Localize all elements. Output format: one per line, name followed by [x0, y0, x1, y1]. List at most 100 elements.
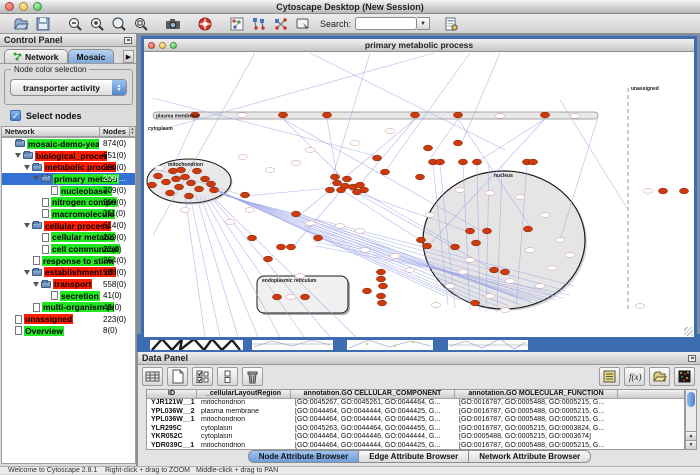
- network-node[interactable]: [410, 112, 419, 118]
- network-node[interactable]: [240, 192, 249, 198]
- snapshot-icon[interactable]: [162, 15, 184, 33]
- network-node-outline[interactable]: [225, 220, 235, 225]
- tree-row[interactable]: secretion41(0): [2, 290, 135, 302]
- tree-scrollbar-icon[interactable]: ▲▼: [130, 126, 136, 137]
- tree-row[interactable]: primary metabo209(...: [2, 173, 135, 185]
- tab-overflow-icon[interactable]: ▶: [123, 50, 134, 63]
- network-node[interactable]: [192, 168, 201, 174]
- attribute-browser-icon[interactable]: [440, 15, 462, 33]
- network-node-outline[interactable]: [360, 248, 370, 253]
- network-node[interactable]: [528, 159, 537, 165]
- table-row[interactable]: YJR121W__1mitochondrion[GO:0045267, GO:0…: [147, 399, 684, 408]
- network-node-outline[interactable]: [245, 208, 255, 213]
- open-attribute-file-icon[interactable]: [649, 367, 670, 386]
- network-node[interactable]: [376, 269, 385, 275]
- import-attributes-icon[interactable]: [599, 367, 620, 386]
- tree-row[interactable]: metabolic process280(0): [2, 161, 135, 173]
- network-node[interactable]: [465, 228, 474, 234]
- float-panel-icon[interactable]: [688, 355, 696, 362]
- network-node[interactable]: [278, 112, 287, 118]
- network-node-outline[interactable]: [485, 191, 495, 196]
- network-node[interactable]: [313, 235, 322, 241]
- table-row[interactable]: YPL036W__1mitochondrion[GO:0044464, GO:0…: [147, 416, 684, 425]
- network-node-outline[interactable]: [286, 295, 296, 300]
- network-node-outline[interactable]: [155, 166, 165, 171]
- node-color-dropdown[interactable]: transporter activity ▲▼: [10, 79, 127, 96]
- network-node[interactable]: [489, 267, 498, 273]
- unselect-attributes-icon[interactable]: [217, 367, 238, 386]
- layout-organic-icon[interactable]: [270, 15, 292, 33]
- scroll-down-icon[interactable]: ▼: [686, 440, 696, 449]
- network-node-outline[interactable]: [547, 266, 557, 271]
- network-node[interactable]: [206, 181, 215, 187]
- table-column-header[interactable]: ID: [147, 390, 197, 399]
- tab-network[interactable]: Network: [4, 49, 68, 63]
- network-node[interactable]: [184, 193, 193, 199]
- network-node[interactable]: [153, 173, 162, 179]
- network-node-outline[interactable]: [385, 129, 395, 134]
- delete-attribute-icon[interactable]: [242, 367, 263, 386]
- table-column-header[interactable]: annotation.GO MOLECULAR_FUNCTION: [455, 390, 618, 399]
- network-node-outline[interactable]: [500, 308, 510, 313]
- network-node[interactable]: [168, 168, 177, 174]
- search-dropdown-icon[interactable]: ▼: [417, 17, 430, 30]
- network-node-outline[interactable]: [495, 114, 505, 119]
- network-node[interactable]: [540, 112, 549, 118]
- zoom-selected-icon[interactable]: [108, 15, 130, 33]
- network-node-outline[interactable]: [445, 284, 455, 289]
- tree-row[interactable]: nucleobase-209(0): [2, 185, 135, 197]
- network-node-outline[interactable]: [237, 113, 247, 118]
- network-node-outline[interactable]: [455, 188, 465, 193]
- help-icon[interactable]: [194, 15, 216, 33]
- tree-row[interactable]: cellular process614(0): [2, 220, 135, 232]
- attribute-matrix-icon[interactable]: [674, 367, 695, 386]
- network-node[interactable]: [286, 244, 295, 250]
- network-node[interactable]: [362, 288, 371, 294]
- network-node-outline[interactable]: [540, 213, 550, 218]
- network-node[interactable]: [482, 228, 491, 234]
- tree-row[interactable]: nitrogen compo209(0): [2, 196, 135, 208]
- network-node[interactable]: [416, 237, 425, 243]
- network-node[interactable]: [380, 169, 389, 175]
- network-node[interactable]: [200, 176, 209, 182]
- layout-grid-icon[interactable]: [248, 15, 270, 33]
- tree-row[interactable]: Overview8(0): [2, 325, 135, 337]
- network-node[interactable]: [453, 112, 462, 118]
- network-node[interactable]: [679, 188, 688, 194]
- network-node-outline[interactable]: [643, 189, 653, 194]
- network-node[interactable]: [470, 300, 479, 306]
- network-node[interactable]: [500, 269, 509, 275]
- new-attribute-icon[interactable]: [167, 367, 188, 386]
- network-node[interactable]: [300, 294, 309, 300]
- network-node-outline[interactable]: [405, 268, 415, 273]
- network-node-outline[interactable]: [431, 303, 441, 308]
- expander-icon[interactable]: [24, 165, 30, 170]
- network-node[interactable]: [458, 159, 467, 165]
- open-file-icon[interactable]: [10, 15, 32, 33]
- tab-node-attribute-browser[interactable]: Node Attribute Browser: [248, 450, 360, 463]
- network-node[interactable]: [376, 276, 385, 282]
- network-node-outline[interactable]: [525, 248, 535, 253]
- network-node[interactable]: [340, 183, 349, 189]
- network-node-outline[interactable]: [485, 294, 495, 299]
- network-node[interactable]: [247, 235, 256, 241]
- tree-row[interactable]: biological_process651(0): [2, 150, 135, 162]
- network-node-outline[interactable]: [291, 161, 301, 166]
- tab-edge-attribute-browser[interactable]: Edge Attribute Browser: [359, 450, 469, 463]
- table-column-header[interactable]: _cellularLayoutRegion: [197, 390, 291, 399]
- tree-row[interactable]: establishment of lo558(0): [2, 267, 135, 279]
- tree-column-nodes[interactable]: Nodes: [100, 126, 130, 137]
- network-node-outline[interactable]: [265, 168, 275, 173]
- network-node-outline[interactable]: [355, 229, 365, 234]
- network-node[interactable]: [147, 182, 156, 188]
- network-node[interactable]: [330, 174, 339, 180]
- network-node[interactable]: [423, 145, 432, 151]
- network-node-outline[interactable]: [535, 284, 545, 289]
- network-node-outline[interactable]: [570, 114, 580, 119]
- network-node[interactable]: [186, 180, 195, 186]
- search-input[interactable]: [355, 17, 417, 30]
- network-node[interactable]: [161, 179, 170, 185]
- expander-icon[interactable]: [33, 176, 39, 181]
- vizmapper-icon[interactable]: [226, 15, 248, 33]
- network-node-outline[interactable]: [515, 195, 525, 200]
